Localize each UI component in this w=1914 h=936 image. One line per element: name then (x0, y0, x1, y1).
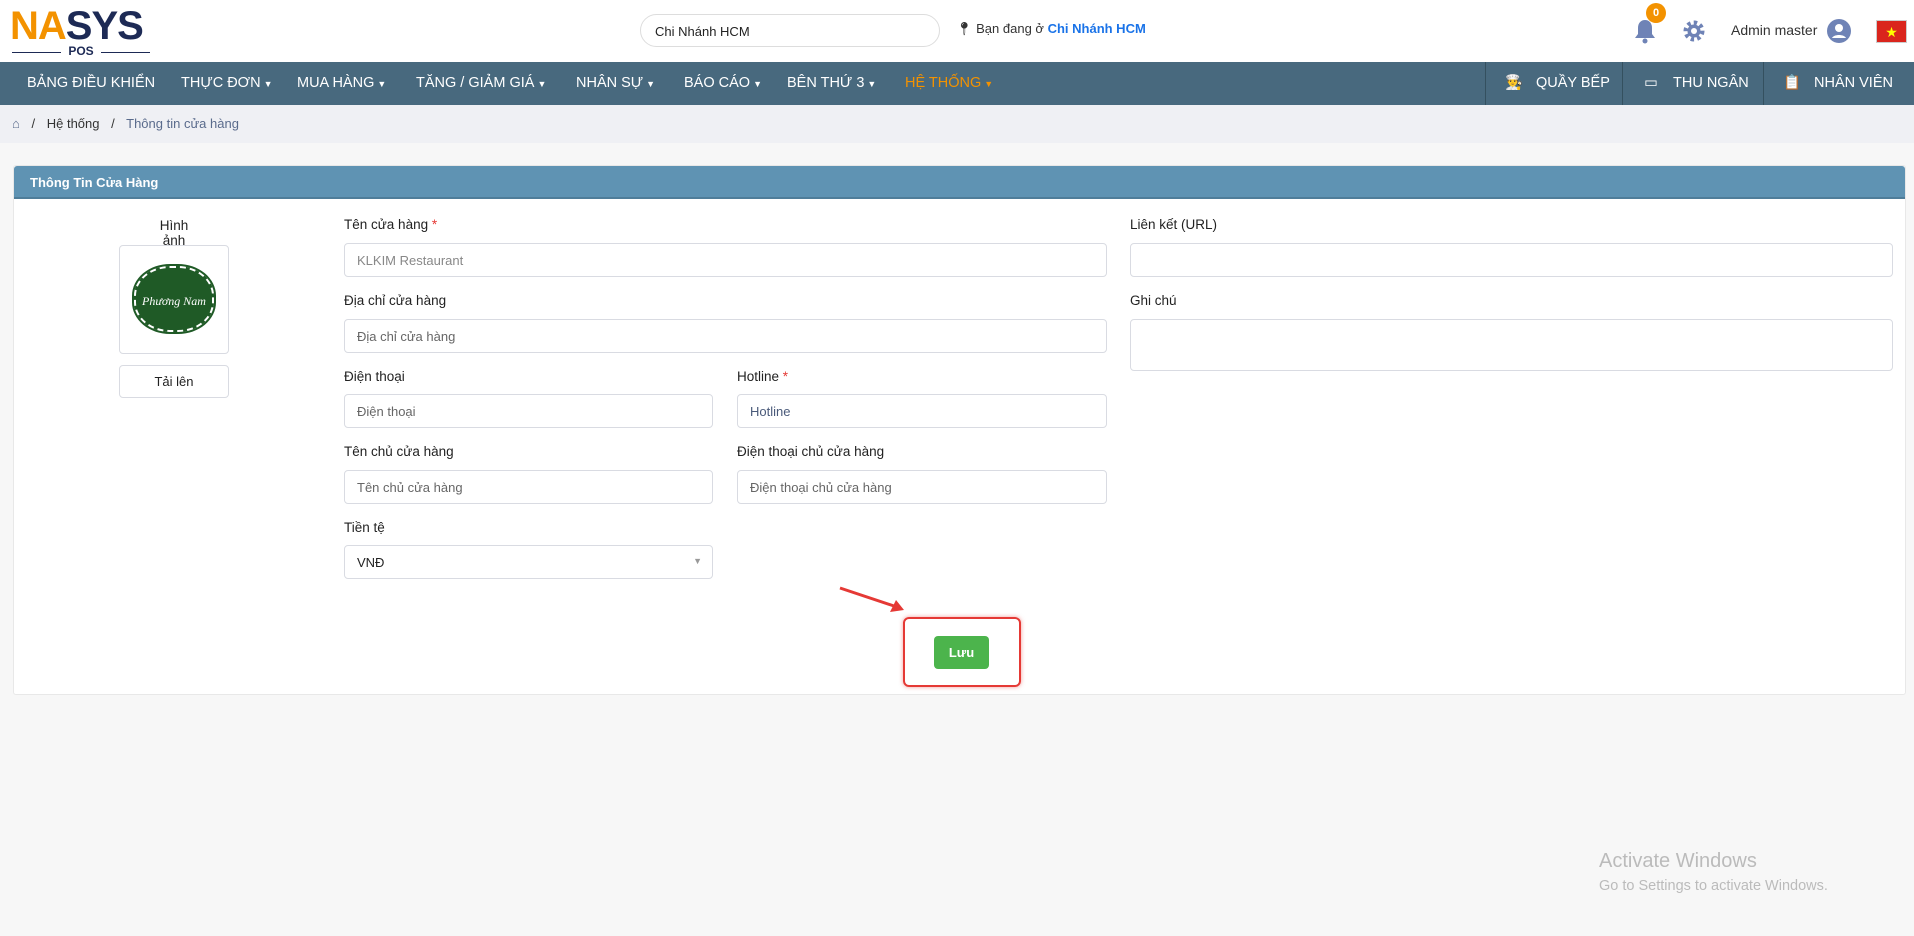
caret-down-icon: ▼ (693, 556, 702, 566)
windows-watermark-text: Go to Settings to activate Windows. (1599, 878, 1828, 894)
notification-badge: 0 (1646, 3, 1666, 23)
currency-label: Tiền tệ (344, 520, 385, 535)
image-label: Hình ảnh (159, 218, 189, 248)
caret-down-icon: ▼ (646, 79, 656, 89)
nav-kitchen[interactable]: 👨‍🍳 QUẦY BẾP (1485, 62, 1622, 105)
save-button[interactable]: Lưu (934, 636, 989, 669)
logo-sub: POS (61, 45, 101, 57)
logo[interactable]: NASYS (10, 6, 144, 46)
home-icon[interactable]: ⌂ (12, 116, 20, 131)
caret-down-icon: ▼ (377, 79, 387, 89)
cash-register-icon: ▭ (1644, 75, 1658, 91)
note-textarea[interactable] (1130, 319, 1893, 371)
breadcrumb-system[interactable]: Hệ thống (47, 116, 100, 131)
store-info-panel: Thông Tin Cửa Hàng Hình ảnh Phương Nam T… (13, 165, 1906, 695)
nav-cashier[interactable]: ▭ THU NGÂN (1622, 62, 1763, 105)
nav-report[interactable]: BÁO CÁO ▼ (684, 62, 762, 105)
branch-select[interactable]: Chi Nhánh HCM (640, 14, 940, 47)
owner-phone-label: Điện thoại chủ cửa hàng (737, 444, 885, 459)
phone-input[interactable]: Điện thoại (344, 394, 713, 428)
address-label: Địa chỉ cửa hàng (344, 293, 447, 308)
caret-down-icon: ▼ (753, 79, 762, 89)
owner-name-input[interactable]: Tên chủ cửa hàng (344, 470, 713, 504)
nav-discount[interactable]: TĂNG / GIẢM GIÁ ▼ (416, 62, 546, 105)
caret-down-icon: ▼ (984, 79, 994, 89)
caret-down-icon: ▼ (537, 79, 547, 89)
url-input[interactable] (1130, 243, 1893, 277)
windows-watermark-title: Activate Windows (1599, 850, 1757, 872)
user-name[interactable]: Admin master (1731, 22, 1817, 38)
owner-phone-input[interactable]: Điện thoại chủ cửa hàng (737, 470, 1107, 504)
nav-staff[interactable]: NHÂN SỰ ▼ (576, 62, 655, 105)
hotline-input[interactable]: Hotline (737, 394, 1107, 428)
map-pin-icon: 📍︎ (956, 21, 973, 36)
clipboard-icon: 📋 (1782, 75, 1802, 91)
vietnam-flag-icon[interactable]: ★ (1876, 20, 1907, 43)
currency-select[interactable]: VNĐ ▼ (344, 545, 713, 579)
gear-icon[interactable] (1682, 19, 1706, 43)
store-name-input[interactable]: KLKIM Restaurant (344, 243, 1107, 277)
hotline-label: Hotline * (737, 369, 789, 384)
nav-menu[interactable]: THỰC ĐƠN ▼ (181, 62, 273, 105)
nav-employee[interactable]: 📋 NHÂN VIÊN (1763, 62, 1914, 105)
nav-system[interactable]: HỆ THỐNG ▼ (905, 62, 993, 105)
owner-name-label: Tên chủ cửa hàng (344, 444, 454, 459)
chef-icon: 👨‍🍳 (1504, 75, 1524, 91)
note-label: Ghi chú (1130, 293, 1177, 308)
panel-title: Thông Tin Cửa Hàng (14, 166, 1905, 199)
nav-dashboard[interactable]: BẢNG ĐIỀU KHIỂN (27, 62, 155, 105)
breadcrumb: ⌂ / Hệ thống / Thông tin cửa hàng (0, 105, 1914, 143)
store-name-label: Tên cửa hàng * (344, 217, 438, 232)
address-input[interactable]: Địa chỉ cửa hàng (344, 319, 1107, 353)
upload-button[interactable]: Tải lên (119, 365, 229, 398)
top-header: NASYS POS Chi Nhánh HCM 📍︎ Bạn đang ở Ch… (0, 0, 1914, 62)
main-nav: BẢNG ĐIỀU KHIỂN THỰC ĐƠN ▼ MUA HÀNG ▼ TĂNG… (0, 62, 1914, 105)
caret-down-icon: ▼ (263, 79, 273, 89)
nav-purchase[interactable]: MUA HÀNG ▼ (297, 62, 386, 105)
annotation-arrow-icon (839, 586, 904, 612)
phone-label: Điện thoại (344, 369, 405, 384)
url-label: Liên kết (URL) (1130, 217, 1218, 232)
user-avatar-icon[interactable] (1827, 19, 1851, 43)
breadcrumb-current: Thông tin cửa hàng (126, 116, 239, 131)
nav-third-party[interactable]: BÊN THỨ 3 ▼ (787, 62, 876, 105)
current-location: 📍︎ Bạn đang ở Chi Nhánh HCM (956, 21, 1146, 36)
store-logo-image[interactable]: Phương Nam (119, 245, 229, 354)
logo-graphic: Phương Nam (132, 264, 216, 334)
caret-down-icon: ▼ (867, 79, 877, 89)
